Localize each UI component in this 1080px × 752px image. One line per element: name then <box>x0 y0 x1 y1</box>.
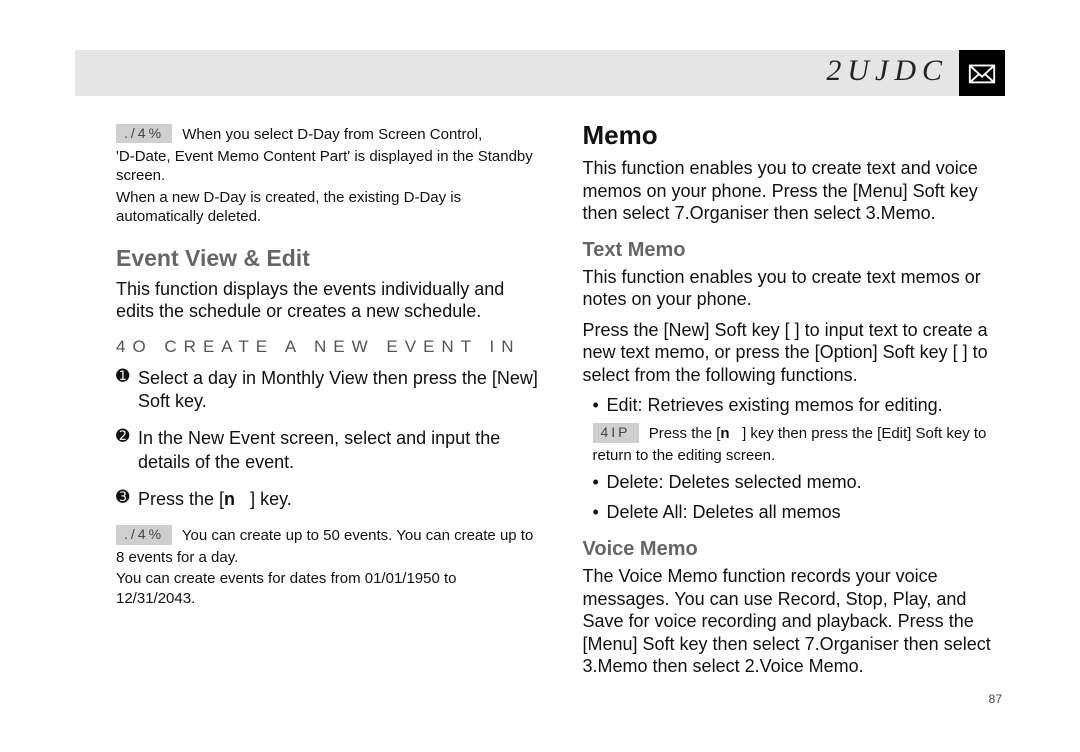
note-block: ./4% When you select D-Day from Screen C… <box>116 124 539 227</box>
page-header-bar: 2UJDC <box>75 50 1005 96</box>
bullet-text: Delete: Deletes selected memo. <box>607 471 1006 494</box>
envelope-icon-svg <box>967 58 997 88</box>
note-line: When you select D-Day from Screen Contro… <box>182 126 482 143</box>
page-number: 87 <box>989 692 1002 706</box>
step-2: ➋ In the New Event screen, select and in… <box>116 427 539 474</box>
note-line: When a new D-Day is created, the existin… <box>116 188 539 227</box>
step-number-icon: ➊ <box>116 367 138 414</box>
note-line: 8 events for a day. <box>116 548 539 568</box>
bullet-dot-icon: • <box>593 394 607 417</box>
bullet-text: Edit: Retrieves existing memos for editi… <box>607 394 1006 417</box>
note-block: ./4% You can create up to 50 events. You… <box>116 525 539 608</box>
tip-fragment: Press the [ <box>649 425 721 442</box>
note-label: ./4% <box>116 124 172 143</box>
step-text: Select a day in Monthly View then press … <box>138 367 539 414</box>
subsection-text: Press the [New] Soft key [ ] to input te… <box>583 319 1006 387</box>
step-fragment: ] key. <box>250 489 292 509</box>
bullet-delete-all: • Delete All: Deletes all memos <box>593 501 1006 524</box>
page-header-title: 2UJDC <box>826 54 948 88</box>
step-1: ➊ Select a day in Monthly View then pres… <box>116 367 539 414</box>
step-text: Press the [n ] key. <box>138 488 539 511</box>
envelope-icon <box>959 50 1005 96</box>
left-column: ./4% When you select D-Day from Screen C… <box>116 120 561 712</box>
section-intro: This function enables you to create text… <box>583 157 1006 225</box>
subsection-intro: The Voice Memo function records your voi… <box>583 565 1006 678</box>
tip-line: return to the editing screen. <box>593 446 1006 466</box>
tip-text: 4IP Press the [n ] key then press the [E… <box>593 423 1006 444</box>
note-line: 'D-Date, Event Memo Content Part' is dis… <box>116 147 539 186</box>
subsection-heading-text-memo: Text Memo <box>583 239 1006 262</box>
note-line: You can create up to 50 events. You can … <box>182 527 533 544</box>
note-label: ./4% <box>116 525 172 544</box>
tip-label: 4IP <box>593 423 639 442</box>
manual-page: 2UJDC ./4% When you select D-Day from Sc… <box>0 0 1080 752</box>
right-column: Memo This function enables you to create… <box>561 120 1006 712</box>
step-number-icon: ➌ <box>116 488 138 511</box>
note-text: ./4% You can create up to 50 events. You… <box>116 525 539 546</box>
bullet-dot-icon: • <box>593 501 607 524</box>
section-heading-event-view-edit: Event View & Edit <box>116 245 539 272</box>
step-fragment: Press the [ <box>138 489 224 509</box>
subsection-heading-voice-memo: Voice Memo <box>583 538 1006 561</box>
section-intro: This function displays the events indivi… <box>116 278 539 323</box>
section-heading-memo: Memo <box>583 120 1006 151</box>
bullet-delete: • Delete: Deletes selected memo. <box>593 471 1006 494</box>
key-label: n <box>224 489 235 509</box>
tip-fragment: ] key then press the [Edit] Soft key to <box>742 425 986 442</box>
step-text: In the New Event screen, select and inpu… <box>138 427 539 474</box>
note-text: ./4% When you select D-Day from Screen C… <box>116 124 539 145</box>
step-number-icon: ➋ <box>116 427 138 474</box>
content-columns: ./4% When you select D-Day from Screen C… <box>116 120 1005 712</box>
bullet-edit: • Edit: Retrieves existing memos for edi… <box>593 394 1006 417</box>
bullet-dot-icon: • <box>593 471 607 494</box>
subsection-intro: This function enables you to create text… <box>583 266 1006 311</box>
bullet-text: Delete All: Deletes all memos <box>607 501 1006 524</box>
key-label: n <box>720 425 729 442</box>
procedure-heading: 4O CREATE A NEW EVENT IN <box>116 337 539 357</box>
note-line: You can create events for dates from 01/… <box>116 569 539 608</box>
tip-block: 4IP Press the [n ] key then press the [E… <box>593 423 1006 465</box>
step-3: ➌ Press the [n ] key. <box>116 488 539 511</box>
